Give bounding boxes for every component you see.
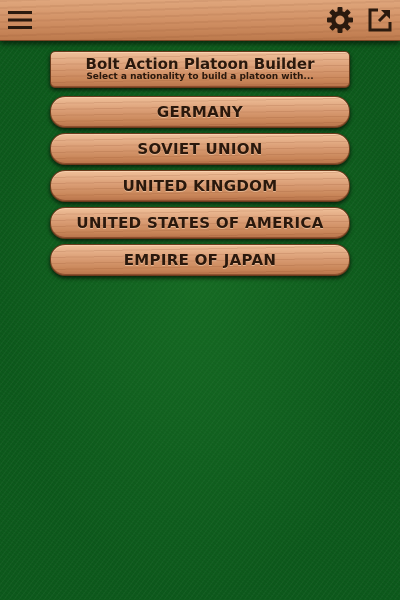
nationality-button-united-kingdom[interactable]: UNITED KINGDOM [50,170,350,202]
nationality-label: GERMANY [156,103,244,121]
hamburger-menu-icon [8,11,32,29]
title-plank: Bolt Action Platoon Builder Select a nat… [50,51,350,88]
nationality-label: SOVIET UNION [137,140,263,158]
app-title: Bolt Action Platoon Builder [85,55,315,73]
nationality-button-empire-of-japan[interactable]: EMPIRE OF JAPAN [50,244,350,276]
share-button[interactable] [365,5,395,35]
nationality-button-united-states[interactable]: UNITED STATES OF AMERICA [50,207,350,239]
nationality-label: UNITED KINGDOM [122,177,278,195]
nationality-button-soviet-union[interactable]: SOVIET UNION [50,133,350,165]
nationality-label: UNITED STATES OF AMERICA [76,214,324,232]
nationality-button-germany[interactable]: GERMANY [50,96,350,128]
nationality-label: EMPIRE OF JAPAN [123,251,277,269]
share-export-icon [368,8,392,32]
settings-button[interactable] [325,5,355,35]
gear-icon [327,7,353,33]
menu-button[interactable] [5,5,35,35]
app-subtitle: Select a nationality to build a platoon … [86,72,314,82]
top-bar [0,0,400,41]
